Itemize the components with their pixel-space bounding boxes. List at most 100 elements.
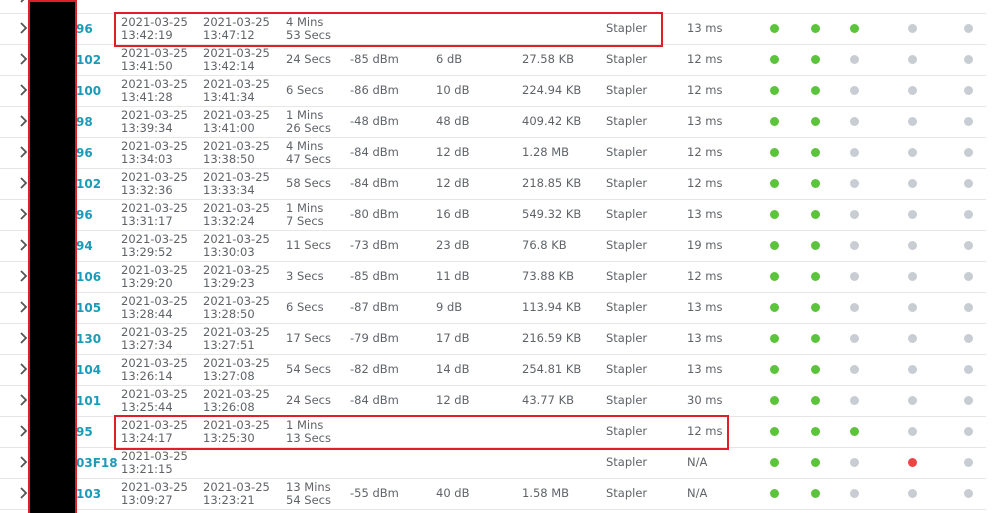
table-row[interactable]: 105 2021-03-25 13:28:44 2021-03-25 13:28:50 6… bbox=[0, 292, 986, 324]
session-id-link[interactable]: 105 bbox=[76, 301, 101, 315]
bytes-value: 549.32 KB bbox=[522, 207, 582, 221]
duration-line-1: 6 Secs bbox=[286, 83, 324, 97]
rssi-value: -79 dBm bbox=[350, 331, 399, 345]
snr-value: 9 dB bbox=[436, 300, 463, 314]
status-dot-green bbox=[770, 148, 779, 157]
start-time-cell: 2021-03-25 13:28:44 bbox=[121, 295, 188, 321]
start-time: 13:09:27 bbox=[121, 493, 173, 507]
end-time: 13:41:34 bbox=[203, 90, 255, 104]
status-dot-gray bbox=[850, 179, 859, 188]
latency-value: 13 ms bbox=[687, 300, 723, 314]
end-time-cell: 2021-03-25 13:33:34 bbox=[203, 171, 270, 197]
session-id-link[interactable]: 101 bbox=[76, 394, 101, 408]
latency-value: 19 ms bbox=[687, 238, 723, 252]
status-dot-gray bbox=[908, 117, 917, 126]
status-dot-green bbox=[811, 117, 820, 126]
table-row[interactable]: 106 2021-03-25 13:29:20 2021-03-25 13:29:23 3… bbox=[0, 261, 986, 293]
table-row[interactable]: 130 2021-03-25 13:27:34 2021-03-25 13:27:51 1… bbox=[0, 323, 986, 355]
duration-line-1: 3 Secs bbox=[286, 269, 324, 283]
session-id-link[interactable]: 106 bbox=[76, 270, 101, 284]
status-dot-gray bbox=[850, 272, 859, 281]
table-row[interactable]: 102 2021-03-25 13:32:36 2021-03-25 13:33:34 5… bbox=[0, 168, 986, 200]
status-dot-gray bbox=[850, 117, 859, 126]
end-time-cell: 2021-03-25 13:27:08 bbox=[203, 357, 270, 383]
session-id-link[interactable]: 102 bbox=[76, 53, 101, 67]
snr-value: 40 dB bbox=[436, 486, 470, 500]
table-row[interactable]: 96 2021-03-25 13:31:17 2021-03-25 13:32:24 1 … bbox=[0, 199, 986, 231]
duration-line-2: 26 Secs bbox=[286, 121, 331, 135]
session-id-link[interactable]: 96 bbox=[76, 208, 93, 222]
table-row[interactable]: 96 2021-03-25 13:34:03 2021-03-25 13:38:50 4 … bbox=[0, 137, 986, 169]
table-row[interactable]: 101 2021-03-25 13:25:44 2021-03-25 13:26:08 2… bbox=[0, 385, 986, 417]
end-time-cell: 2021-03-25 13:27:51 bbox=[203, 326, 270, 352]
table-row[interactable]: 94 2021-03-25 13:29:52 2021-03-25 13:30:03 11… bbox=[0, 230, 986, 262]
status-dot-gray bbox=[908, 365, 917, 374]
session-id-link[interactable]: 100 bbox=[76, 84, 101, 98]
bytes-value: 73.88 KB bbox=[522, 269, 575, 283]
start-time: 13:39:34 bbox=[121, 121, 173, 135]
end-time: 13:41:00 bbox=[203, 121, 255, 135]
device-name: Stapler bbox=[606, 83, 648, 97]
status-dot-gray bbox=[964, 303, 973, 312]
session-id-link[interactable]: 104 bbox=[76, 363, 101, 377]
start-time-cell: 2021-03-25 13:41:28 bbox=[121, 78, 188, 104]
session-id-link[interactable]: 130 bbox=[76, 332, 101, 346]
status-dot-gray bbox=[908, 55, 917, 64]
latency-value: 12 ms bbox=[687, 269, 723, 283]
status-dot-gray bbox=[964, 86, 973, 95]
status-dot-gray bbox=[850, 396, 859, 405]
start-time-cell: 2021-03-25 13:27:34 bbox=[121, 326, 188, 352]
start-time-cell: 2021-03-25 13:29:20 bbox=[121, 264, 188, 290]
start-time-cell: 2021-03-25 13:25:44 bbox=[121, 388, 188, 414]
session-id-link[interactable]: 94 bbox=[76, 239, 93, 253]
status-dot-green bbox=[770, 241, 779, 250]
snr-value: 10 dB bbox=[436, 83, 470, 97]
snr-value: 12 dB bbox=[436, 176, 470, 190]
status-dot-gray bbox=[850, 86, 859, 95]
table-row[interactable]: 03F18 2021-03-25 13:21:15 Stapler N/A bbox=[0, 447, 986, 479]
status-dot-gray bbox=[850, 55, 859, 64]
session-id-link[interactable]: 96 bbox=[76, 146, 93, 160]
table-row[interactable]: 98 2021-03-25 13:39:34 2021-03-25 13:41:00 1 … bbox=[0, 106, 986, 138]
device-name: Stapler bbox=[606, 114, 648, 128]
status-dot-green bbox=[811, 303, 820, 312]
end-time: 13:27:08 bbox=[203, 369, 255, 383]
bytes-value: 27.58 KB bbox=[522, 52, 575, 66]
start-time: 13:25:44 bbox=[121, 400, 173, 414]
session-id-link[interactable]: 103 bbox=[76, 487, 101, 501]
end-time-cell: 2021-03-25 13:32:24 bbox=[203, 202, 270, 228]
status-dot-gray bbox=[964, 117, 973, 126]
bytes-value: 1.58 MB bbox=[522, 486, 570, 500]
session-id-link[interactable]: 03F18 bbox=[76, 456, 118, 470]
bytes-value: 218.85 KB bbox=[522, 176, 582, 190]
session-id-link[interactable]: 102 bbox=[76, 177, 101, 191]
duration-line-1: 6 Secs bbox=[286, 300, 324, 314]
table-row[interactable]: 102 2021-03-25 13:41:50 2021-03-25 13:42:14 2… bbox=[0, 44, 986, 76]
duration-line-2: 7 Secs bbox=[286, 214, 324, 228]
rssi-value: -84 dBm bbox=[350, 176, 399, 190]
status-dot-gray bbox=[850, 458, 859, 467]
start-time: 13:31:17 bbox=[121, 214, 173, 228]
status-dot-green bbox=[770, 179, 779, 188]
table-row[interactable]: 103 2021-03-25 13:09:27 2021-03-25 13:23:21 1… bbox=[0, 478, 986, 510]
session-id-link[interactable]: 95 bbox=[76, 425, 93, 439]
device-name: Stapler bbox=[606, 300, 648, 314]
status-dot-gray bbox=[908, 241, 917, 250]
device-name: Stapler bbox=[606, 362, 648, 376]
start-time-cell: 2021-03-25 13:41:50 bbox=[121, 47, 188, 73]
snr-value: 12 dB bbox=[436, 393, 470, 407]
duration-cell: 54 Secs bbox=[286, 363, 331, 376]
duration-line-1: 24 Secs bbox=[286, 52, 331, 66]
status-dot-green bbox=[770, 86, 779, 95]
start-time-cell: 2021-03-25 13:29:52 bbox=[121, 233, 188, 259]
table-row[interactable]: 104 2021-03-25 13:26:14 2021-03-25 13:27:08 5… bbox=[0, 354, 986, 386]
status-dot-gray bbox=[908, 210, 917, 219]
session-id-link[interactable]: 98 bbox=[76, 115, 93, 129]
session-id-link[interactable]: 96 bbox=[76, 22, 93, 36]
status-dot-green bbox=[770, 210, 779, 219]
status-dot-gray bbox=[850, 303, 859, 312]
latency-value: N/A bbox=[687, 455, 708, 469]
table-row[interactable]: 100 2021-03-25 13:41:28 2021-03-25 13:41:34 6… bbox=[0, 75, 986, 107]
duration-cell: 1 Mins 7 Secs bbox=[286, 202, 324, 228]
device-name: Stapler bbox=[606, 393, 648, 407]
